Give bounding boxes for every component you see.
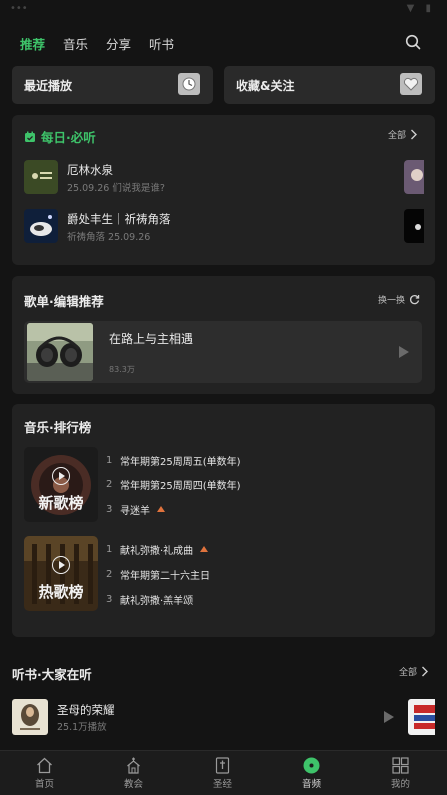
- rank-number: 1: [106, 454, 113, 466]
- church-icon: [127, 757, 140, 774]
- chevron-right-icon: [422, 666, 429, 677]
- status-bar: ••• ▼ ▮: [0, 0, 447, 20]
- heart-icon: [400, 73, 422, 95]
- tab-recommend[interactable]: 推荐: [20, 34, 45, 53]
- refresh-icon: [410, 295, 420, 305]
- chart-item-title: 常年期第二十六主日: [120, 570, 210, 582]
- nav-mine[interactable]: 我的: [356, 751, 445, 795]
- home-icon: [37, 757, 52, 774]
- daily-item-sub: 25.09.26 们说我是谁?: [67, 183, 165, 194]
- chart-item-title: 常年期第25周周五(单数年): [120, 456, 241, 468]
- daily-thumb: [24, 160, 58, 194]
- book-title: 圣母的荣耀: [57, 703, 115, 717]
- charts-section-title: 音乐·排行榜: [24, 420, 92, 435]
- top-tabs: 推荐 音乐 分享 听书: [20, 33, 174, 53]
- nav-label: 首页: [34, 779, 54, 790]
- status-icons: ▼ ▮: [406, 3, 435, 14]
- book-play-count: 25.1万播放: [57, 722, 107, 733]
- new-songs-board-cover[interactable]: 新歌榜: [24, 447, 98, 522]
- favorites-label: 收藏&关注: [236, 79, 295, 93]
- books-section-title: 听书·大家在听: [12, 667, 92, 682]
- nav-home[interactable]: 首页: [0, 751, 89, 795]
- chart-item[interactable]: 1 献礼弥撒·礼成曲: [106, 541, 209, 557]
- daily-more-label: 全部: [388, 131, 407, 141]
- daily-item-title: 厄林水泉: [67, 163, 113, 177]
- playlist-cover: [27, 323, 93, 381]
- chevron-right-icon: [411, 129, 418, 140]
- refresh-label: 换一换: [378, 296, 406, 306]
- chart-item-title: 献礼弥撒·羔羊颂: [120, 595, 194, 607]
- nav-label: 音频: [301, 779, 321, 790]
- books-more-link[interactable]: 全部: [399, 665, 429, 678]
- nav-church[interactable]: 教会: [89, 751, 178, 795]
- playlist-section-title: 歌单·编辑推荐: [24, 294, 104, 309]
- nav-label: 圣经: [212, 779, 232, 790]
- clock-icon: [178, 73, 200, 95]
- chart-item[interactable]: 1 常年期第25周周五(单数年): [106, 452, 241, 468]
- play-circle-icon: [52, 556, 70, 574]
- status-time: •••: [10, 3, 28, 14]
- rank-number: 3: [106, 593, 113, 605]
- chart-item[interactable]: 2 常年期第25周周四(单数年): [106, 476, 241, 492]
- daily-item[interactable]: 爵处丰生｜祈祷角落 祈祷角落 25.09.26: [24, 209, 384, 243]
- calendar-icon: [25, 131, 35, 142]
- books-more-label: 全部: [399, 668, 418, 678]
- playlist-card[interactable]: 在路上与主相遇 83.3万: [24, 321, 422, 383]
- daily-more-link[interactable]: 全部: [388, 128, 418, 141]
- chart-item[interactable]: 3 献礼弥撒·羔羊颂: [106, 591, 193, 607]
- hot-songs-board-cover[interactable]: 热歌榜: [24, 536, 98, 611]
- daily-thumb: [24, 209, 58, 243]
- daily-header: 每日·必听: [24, 127, 96, 146]
- playlist-title: 在路上与主相遇: [109, 332, 194, 346]
- play-icon[interactable]: [399, 346, 409, 358]
- board-name: 热歌榜: [38, 583, 84, 601]
- nav-audio[interactable]: 音频: [267, 751, 356, 795]
- book-next-cover[interactable]: [408, 699, 435, 735]
- nav-label: 教会: [123, 779, 143, 790]
- rank-number: 2: [106, 568, 113, 580]
- book-item[interactable]: 圣母的荣耀 25.1万播放: [12, 699, 394, 735]
- grid-icon: [392, 757, 409, 774]
- nav-bible[interactable]: 圣经: [178, 751, 267, 795]
- recent-play-card[interactable]: 最近播放: [12, 66, 213, 104]
- chart-item-title: 献礼弥撒·礼成曲: [120, 545, 194, 557]
- nav-label: 我的: [390, 779, 410, 790]
- bible-icon: [215, 757, 230, 774]
- chart-item-title: 寻迷羊: [120, 505, 150, 517]
- chart-item[interactable]: 3 寻迷羊: [106, 501, 165, 517]
- board-name: 新歌榜: [38, 494, 84, 512]
- chart-item[interactable]: 2 常年期第二十六主日: [106, 566, 210, 582]
- play-icon[interactable]: [384, 711, 394, 723]
- favorites-card[interactable]: 收藏&关注: [224, 66, 435, 104]
- daily-title: 每日·必听: [41, 130, 96, 145]
- recent-play-label: 最近播放: [24, 79, 73, 93]
- daily-next-thumb[interactable]: [404, 160, 424, 194]
- chart-item-title: 常年期第25周周四(单数年): [120, 480, 241, 492]
- rising-icon: [157, 506, 165, 512]
- play-circle-icon: [52, 467, 70, 485]
- bottom-nav: 首页 教会 圣经 音频 我的: [0, 750, 447, 795]
- book-cover: [12, 699, 48, 735]
- search-icon[interactable]: [405, 34, 421, 50]
- daily-next-thumb[interactable]: [404, 209, 424, 243]
- daily-item-sub: 祈祷角落 25.09.26: [67, 232, 151, 243]
- rank-number: 3: [106, 503, 113, 515]
- tab-music[interactable]: 音乐: [63, 34, 88, 53]
- rank-number: 1: [106, 543, 113, 555]
- play-count: 83.3万: [109, 365, 135, 374]
- daily-item-title: 爵处丰生｜祈祷角落: [67, 212, 171, 226]
- rank-number: 2: [106, 478, 113, 490]
- tab-audiobook[interactable]: 听书: [149, 34, 174, 53]
- refresh-button[interactable]: 换一换: [378, 293, 420, 306]
- audio-icon: [303, 757, 320, 774]
- rising-icon: [200, 546, 209, 552]
- tab-share[interactable]: 分享: [106, 34, 131, 53]
- daily-item[interactable]: 厄林水泉 25.09.26 们说我是谁?: [24, 160, 384, 194]
